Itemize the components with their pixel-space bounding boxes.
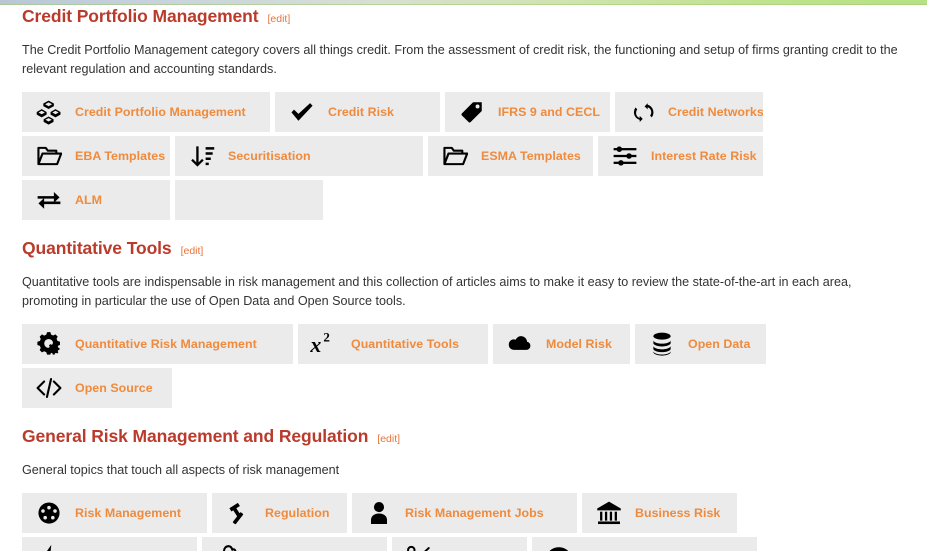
category-link-label: EBA Templates xyxy=(75,149,166,163)
open-folder-icon xyxy=(34,141,64,171)
category-link-label: Credit Risk xyxy=(328,105,394,119)
section-description: General topics that touch all aspects of… xyxy=(22,463,340,477)
category-link-cell[interactable]: Credit Risk xyxy=(275,92,440,132)
category-link-cell[interactable]: Business Risk xyxy=(582,493,737,533)
edit-section-link[interactable]: [edit] xyxy=(267,8,290,30)
pointing-hand-icon xyxy=(214,542,244,551)
tag-icon xyxy=(457,97,487,127)
section-title-text: Credit Portfolio Management xyxy=(22,6,259,26)
checkmark-icon xyxy=(287,97,317,127)
speech-bubble-icon xyxy=(544,542,574,551)
category-link-cell[interactable]: Risk Management xyxy=(22,493,207,533)
database-icon xyxy=(647,329,677,359)
lightning-icon xyxy=(34,542,64,551)
section-description: The Credit Portfolio Management category… xyxy=(22,43,898,76)
category-link-label: Open Source xyxy=(75,381,153,395)
category-link-cell[interactable]: How To's xyxy=(202,537,387,551)
category-link-cell[interactable]: EBA Templates xyxy=(22,136,170,176)
boxes-icon xyxy=(34,97,64,127)
category-link-cell[interactable]: Interest Rate Risk xyxy=(598,136,763,176)
open-folder-icon xyxy=(440,141,470,171)
category-link-cell[interactable]: Open Source xyxy=(22,368,172,408)
category-link-cell[interactable]: X versus Y xyxy=(392,537,527,551)
page-content: Credit Portfolio Management [edit] The Cre… xyxy=(0,5,927,551)
content-section: Credit Portfolio Management [edit] The Cre… xyxy=(22,5,905,220)
svg-text:x: x xyxy=(310,332,321,357)
category-link-label: Quantitative Risk Management xyxy=(75,337,257,351)
category-link-label: Risk Management xyxy=(75,506,182,520)
page-root: Credit Portfolio Management [edit] The Cre… xyxy=(0,0,927,551)
edit-section-link[interactable]: [edit] xyxy=(377,428,400,450)
content-section: General Risk Management and Regulation [e… xyxy=(22,425,905,551)
category-link-label: ALM xyxy=(75,193,102,207)
bank-icon xyxy=(594,498,624,528)
sliders-icon xyxy=(610,141,640,171)
category-link-cell[interactable]: Quantitative Risk Management xyxy=(22,324,293,364)
category-link-label: Open Data xyxy=(688,337,751,351)
category-link-label: Interest Rate Risk xyxy=(651,149,757,163)
section-title-text: General Risk Management and Regulation xyxy=(22,426,369,446)
category-link-cell[interactable]: Securitisation xyxy=(175,136,423,176)
gears-icon xyxy=(34,329,64,359)
category-link-cell[interactable]: Credit Portfolio Management xyxy=(22,92,270,132)
person-icon xyxy=(364,498,394,528)
code-brackets-icon xyxy=(34,373,64,403)
cloud-icon xyxy=(505,329,535,359)
section-title-text: Quantitative Tools xyxy=(22,238,172,258)
category-cell-empty xyxy=(175,180,323,220)
category-grid: Credit Portfolio Management Credit Risk IF… xyxy=(22,92,906,220)
section-heading: Quantitative Tools [edit] xyxy=(22,237,905,263)
category-link-cell[interactable]: ESMA Templates xyxy=(428,136,593,176)
category-link-cell[interactable]: Historical Events xyxy=(532,537,757,551)
category-link-cell[interactable]: IFRS 9 and CECL xyxy=(445,92,610,132)
category-link-cell[interactable]: Operational Risk xyxy=(22,537,197,551)
category-link-cell[interactable]: Regulation xyxy=(212,493,347,533)
category-link-cell[interactable]: ALM xyxy=(22,180,170,220)
refresh-cycle-icon xyxy=(627,97,657,127)
section-description: Quantitative tools are indispensable in … xyxy=(22,275,852,308)
chi-squared-icon: x2 xyxy=(310,329,340,359)
category-link-label: Securitisation xyxy=(228,149,311,163)
category-link-label: Risk Management Jobs xyxy=(405,506,544,520)
section-heading: General Risk Management and Regulation [e… xyxy=(22,425,905,451)
edit-section-link[interactable]: [edit] xyxy=(181,240,204,262)
category-link-label: Credit Portfolio Management xyxy=(75,105,246,119)
gavel-icon xyxy=(224,498,254,528)
category-link-cell[interactable]: Credit Networks xyxy=(615,92,763,132)
gauge-icon xyxy=(34,498,64,528)
category-grid: Risk Management Regulation Risk Management… xyxy=(22,493,906,551)
content-section: Quantitative Tools [edit] Quantitative too… xyxy=(22,237,905,408)
exchange-arrows-icon xyxy=(34,185,64,215)
category-link-label: Credit Networks xyxy=(668,105,763,119)
scissors-icon xyxy=(404,542,434,551)
category-link-label: Model Risk xyxy=(546,337,612,351)
category-link-label: IFRS 9 and CECL xyxy=(498,105,600,119)
category-link-cell[interactable]: x 2 Quantitative Tools xyxy=(298,324,488,364)
category-link-label: Business Risk xyxy=(635,506,721,520)
category-link-label: ESMA Templates xyxy=(481,149,581,163)
category-link-cell[interactable]: Open Data xyxy=(635,324,766,364)
section-heading: Credit Portfolio Management [edit] xyxy=(22,5,905,31)
category-link-cell[interactable]: Risk Management Jobs xyxy=(352,493,577,533)
category-link-label: Regulation xyxy=(265,506,330,520)
category-grid: Quantitative Risk Management x 2 Quantitati… xyxy=(22,324,906,408)
sort-descending-icon xyxy=(187,141,217,171)
category-link-label: Quantitative Tools xyxy=(351,337,460,351)
svg-text:2: 2 xyxy=(323,331,330,345)
category-link-cell[interactable]: Model Risk xyxy=(493,324,630,364)
